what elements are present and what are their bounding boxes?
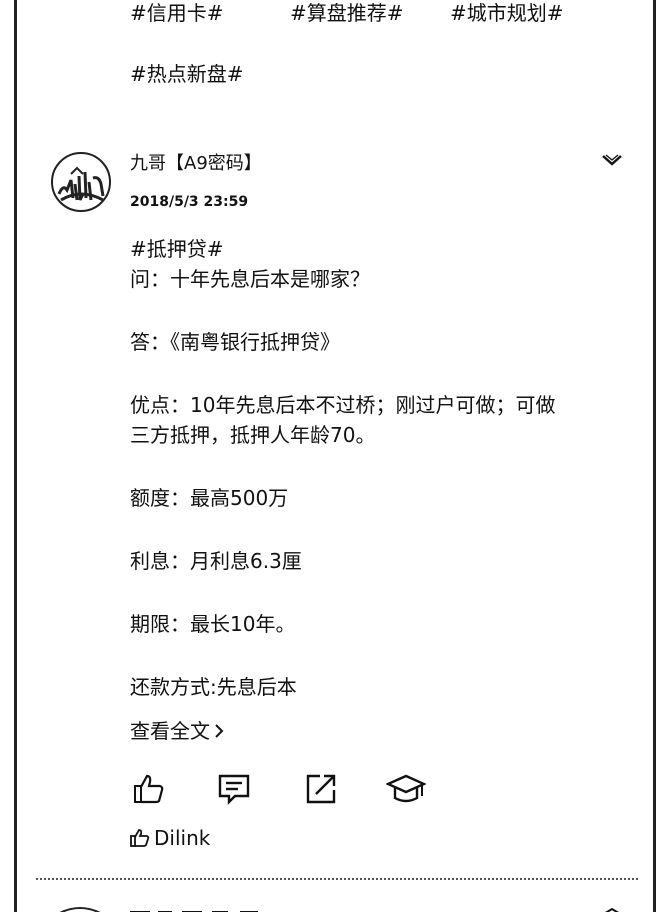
post-timestamp: 2018/5/3 23:59 <box>130 194 249 210</box>
post-question: 问：十年先息后本是哪家？ <box>130 267 370 291</box>
tag-link[interactable]: #城市规划# <box>450 0 564 26</box>
tag-link[interactable]: #算盘推荐# <box>290 0 404 26</box>
post-advantage: 优点：10年先息后本不过桥；刚过户可做；可做 <box>130 393 556 417</box>
share-icon <box>306 774 336 804</box>
chevron-down-icon[interactable] <box>600 152 624 168</box>
post-content: #抵押贷# 问：十年先息后本是哪家？ 答：《南粤银行抵押贷》 优点：10年先息后… <box>130 234 620 702</box>
avatar[interactable] <box>51 152 111 212</box>
tag-link[interactable]: #热点新盘# <box>130 61 244 87</box>
tag-link[interactable]: #信用卡# <box>130 0 224 26</box>
share-button[interactable] <box>304 772 338 806</box>
collect-button[interactable] <box>385 772 427 806</box>
liked-by-name: Dilink <box>154 826 211 850</box>
frame-border-left <box>14 0 17 912</box>
comment-icon <box>218 774 250 805</box>
post-interest: 利息：月利息6.3厘 <box>130 549 302 573</box>
post-repayment: 还款方式:先息后本 <box>130 675 297 699</box>
read-more-link[interactable]: 查看全文 <box>130 717 224 745</box>
read-more-label: 查看全文 <box>130 719 210 743</box>
post-divider <box>36 878 638 880</box>
thumbs-up-icon <box>134 774 164 804</box>
chevron-right-icon <box>215 724 224 738</box>
post-amount: 额度：最高500万 <box>130 486 289 510</box>
comment-button[interactable] <box>217 772 251 806</box>
author-name[interactable]: 九哥【A9密码】 <box>130 151 262 177</box>
post-advantage-cont: 三方抵押，抵押人年龄70。 <box>130 423 376 447</box>
post-answer: 答：《南粤银行抵押贷》 <box>130 330 340 354</box>
next-post-preview <box>0 900 672 912</box>
avatar-image <box>57 166 105 202</box>
thumbs-up-icon <box>130 829 150 847</box>
like-button[interactable] <box>132 772 166 806</box>
liked-by[interactable]: Dilink <box>130 825 210 851</box>
frame-border-right <box>653 0 656 912</box>
post-term: 期限：最长10年。 <box>130 612 296 636</box>
post-hashtag[interactable]: #抵押贷# <box>130 234 620 264</box>
graduation-cap-icon <box>385 774 427 803</box>
